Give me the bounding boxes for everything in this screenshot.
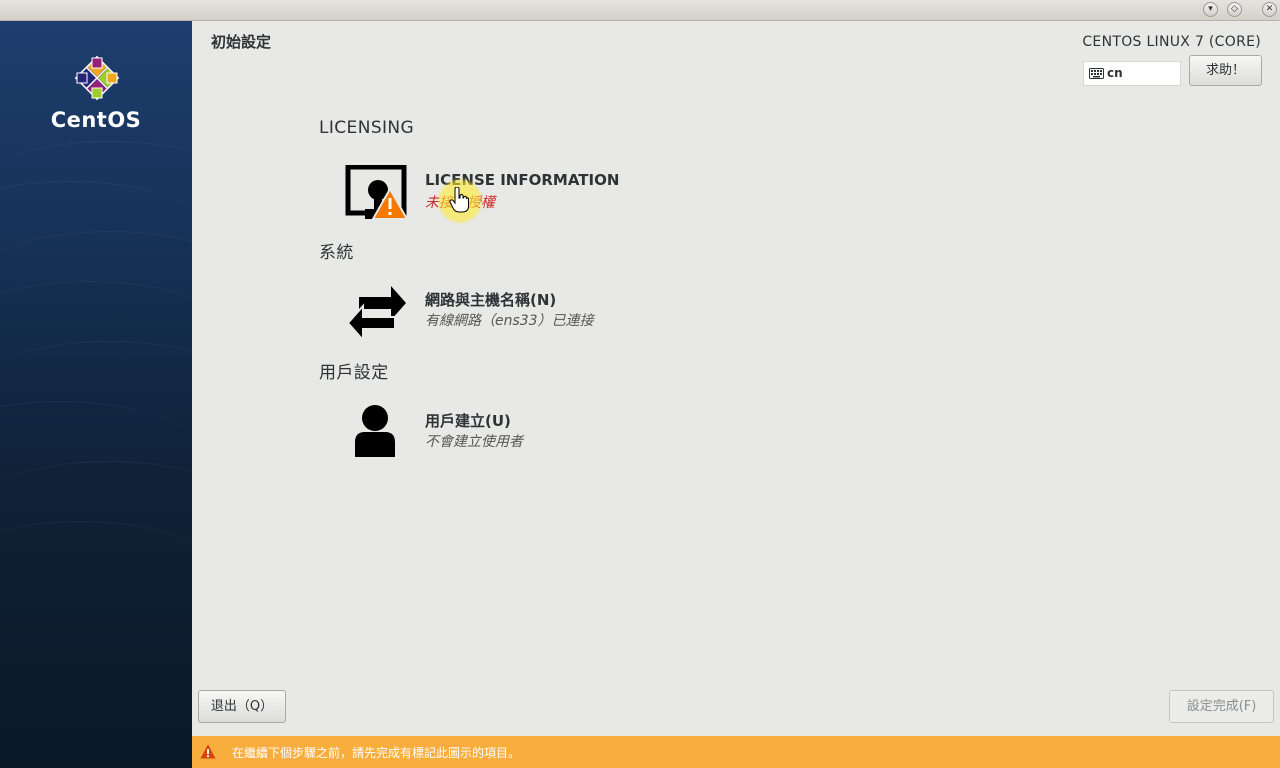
keyboard-icon — [1089, 68, 1104, 79]
sidebar: CentOS — [0, 21, 192, 768]
quit-button[interactable]: 退出（Q） — [198, 690, 286, 723]
page-title: 初始設定 — [211, 33, 272, 51]
spoke-status: 有線網路（ens33）已連接 — [425, 313, 594, 329]
spoke-title: 網路與主機名稱(N) — [425, 291, 557, 309]
keyboard-layout-indicator[interactable]: cn — [1083, 61, 1181, 86]
minimize-icon[interactable]: ▾ — [1203, 2, 1218, 17]
network-arrows-icon — [346, 286, 406, 343]
finish-configuration-button[interactable]: 設定完成(F) — [1169, 690, 1274, 723]
section-heading-licensing: LICENSING — [319, 118, 415, 138]
warning-bar: 在繼續下個步驟之前，請先完成有標記此圖示的項目。 — [192, 736, 1280, 768]
spoke-user-creation[interactable]: 用戶建立(U) 不會建立使用者 — [345, 404, 745, 466]
centos-logo-icon — [74, 55, 120, 101]
centos-logo-text: CentOS — [50, 108, 142, 132]
keyboard-layout-label: cn — [1107, 66, 1123, 80]
section-heading-system: 系統 — [319, 243, 354, 263]
spoke-title: 用戶建立(U) — [425, 412, 511, 430]
user-icon — [355, 405, 395, 457]
warning-message: 在繼續下個步驟之前，請先完成有標記此圖示的項目。 — [232, 746, 521, 760]
close-icon[interactable]: ✕ — [1262, 2, 1277, 17]
maximize-icon[interactable]: ◇ — [1227, 2, 1242, 17]
spoke-license-information[interactable]: LICENSE INFORMATION 未接受授權 — [345, 165, 745, 227]
help-button[interactable]: 求助！ — [1189, 55, 1262, 86]
license-warning-icon — [345, 165, 409, 220]
spoke-network-hostname[interactable]: 網路與主機名稱(N) 有線網路（ens33）已連接 — [345, 283, 745, 345]
product-title: CENTOS LINUX 7 (CORE) — [1082, 34, 1261, 50]
spoke-status: 不會建立使用者 — [425, 434, 523, 450]
window-titlebar: ▾ ◇ ✕ — [0, 0, 1280, 21]
hand-cursor-icon — [449, 187, 469, 213]
warning-icon — [200, 744, 216, 759]
section-heading-user-settings: 用戶設定 — [319, 363, 389, 383]
